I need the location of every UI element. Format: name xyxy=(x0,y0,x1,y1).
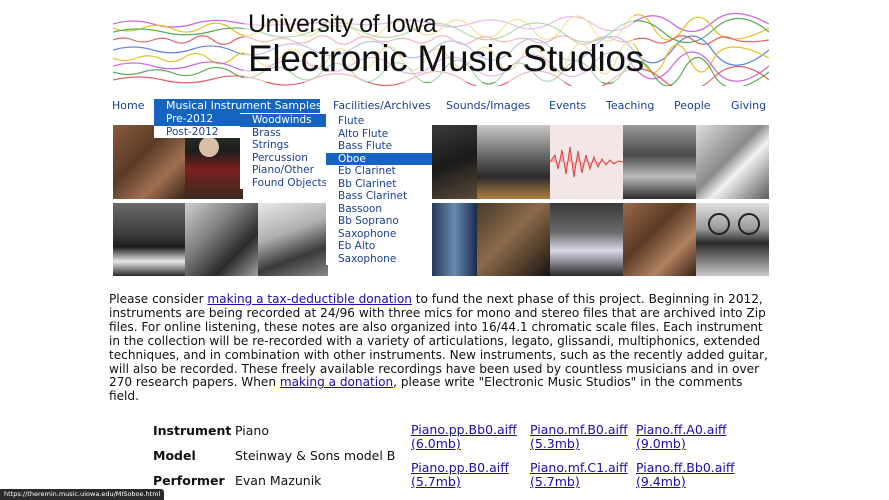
saxophone-player-photo xyxy=(258,203,328,276)
menu-item-bb-clarinet[interactable]: Bb Clarinet xyxy=(326,178,432,191)
archive-photo xyxy=(696,125,769,199)
intro-text-start: Please consider xyxy=(109,292,208,306)
title-university: University of Iowa xyxy=(248,10,437,38)
menu-item-pre-2012[interactable]: Pre-2012 xyxy=(154,113,240,126)
vintage-studio-photo xyxy=(185,203,258,276)
file-size: (9.0mb) xyxy=(636,436,686,451)
rack-photo xyxy=(623,125,696,199)
mixer-photo xyxy=(432,203,477,276)
file-link[interactable]: Piano.ff.A0.aiff (9.0mb) xyxy=(636,423,727,451)
file-size: (9.4mb) xyxy=(636,474,686,489)
file-name: Piano.ff.Bb0.aiff xyxy=(636,460,735,475)
status-bar-url: https://theremin.music.uiowa.edu/MISoboe… xyxy=(0,489,165,500)
menu-item-alto-flute[interactable]: Alto Flute xyxy=(326,128,432,141)
nav-events[interactable]: Events xyxy=(549,99,586,113)
file-name: Piano.pp.B0.aiff xyxy=(411,460,509,475)
menu-item-eb-clarinet[interactable]: Eb Clarinet xyxy=(326,165,432,178)
nav-giving[interactable]: Giving xyxy=(731,99,766,113)
nav-sounds-images[interactable]: Sounds/Images xyxy=(446,99,530,113)
nav-people[interactable]: People xyxy=(674,99,711,113)
instrument-value: Piano xyxy=(235,423,269,438)
menu-item-eb-alto[interactable]: Eb Alto xyxy=(326,240,432,253)
file-link[interactable]: Piano.mf.C1.aiff (5.7mb) xyxy=(530,461,628,489)
menu-item-found-objects[interactable]: Found Objects xyxy=(240,177,327,190)
file-size: (6.0mb) xyxy=(411,436,461,451)
waveform-photo xyxy=(550,125,623,199)
menu-item-saxophone-soprano[interactable]: Saxophone xyxy=(326,228,432,241)
equipment-photo xyxy=(432,125,477,199)
microphones-photo xyxy=(477,125,550,199)
file-name: Piano.mf.B0.aiff xyxy=(530,422,628,437)
intro-paragraph: Please consider making a tax-deductible … xyxy=(109,292,769,404)
menu-item-piano-other[interactable]: Piano/Other xyxy=(240,164,326,177)
tape-machine-photo xyxy=(696,203,769,276)
file-size: (5.7mb) xyxy=(411,474,461,489)
menu-item-percussion[interactable]: Percussion xyxy=(240,152,326,165)
model-label: Model xyxy=(153,448,196,463)
instrument-label: Instrument xyxy=(153,423,232,438)
file-name: Piano.ff.A0.aiff xyxy=(636,422,727,437)
nav-teaching[interactable]: Teaching xyxy=(606,99,654,113)
file-link[interactable]: Piano.pp.Bb0.aiff (6.0mb) xyxy=(411,423,517,451)
file-size: (5.7mb) xyxy=(530,474,580,489)
woodwinds-menu: Flute Alto Flute Bass Flute Oboe Eb Clar… xyxy=(326,115,432,265)
menu-item-bassoon[interactable]: Bassoon xyxy=(326,203,432,216)
performer-label: Performer xyxy=(153,473,225,488)
menu-item-bb-soprano[interactable]: Bb Soprano xyxy=(326,215,432,228)
file-size: (5.3mb) xyxy=(530,436,580,451)
donation-link-2[interactable]: making a donation xyxy=(280,375,393,389)
computer-photo xyxy=(550,203,623,276)
menu-item-oboe[interactable]: Oboe xyxy=(326,152,432,165)
menu-item-bass-flute[interactable]: Bass Flute xyxy=(326,140,432,153)
file-link[interactable]: Piano.ff.Bb0.aiff (9.4mb) xyxy=(636,461,735,489)
menu-item-bass-clarinet[interactable]: Bass Clarinet xyxy=(326,190,432,203)
title-studios: Electronic Music Studios xyxy=(248,38,644,79)
file-name: Piano.pp.Bb0.aiff xyxy=(411,422,517,437)
file-link[interactable]: Piano.pp.B0.aiff (5.7mb) xyxy=(411,461,509,489)
file-name: Piano.mf.C1.aiff xyxy=(530,460,628,475)
menu-item-strings[interactable]: Strings xyxy=(240,139,326,152)
family-menu: Woodwinds Brass Strings Percussion Piano… xyxy=(240,114,327,190)
menu-item-saxophone-alto[interactable]: Saxophone xyxy=(326,253,432,266)
menu-item-woodwinds[interactable]: Woodwinds xyxy=(240,114,326,127)
performer-value: Evan Mazunik xyxy=(235,473,322,488)
nav-home[interactable]: Home xyxy=(112,99,144,113)
era-menu: Pre-2012 Post-2012 xyxy=(154,113,240,138)
donation-link[interactable]: making a tax-deductible donation xyxy=(207,292,412,306)
nav-facilities[interactable]: Facilities/Archives xyxy=(333,99,431,113)
synthesizer-photo xyxy=(113,203,185,276)
main-nav: Home Musical Instrument Samples Faciliti… xyxy=(108,99,772,113)
recording-photo xyxy=(477,203,550,276)
model-value: Steinway & Sons model B xyxy=(235,448,396,463)
nav-instrument-samples[interactable]: Musical Instrument Samples xyxy=(154,99,322,113)
menu-item-post-2012[interactable]: Post-2012 xyxy=(154,126,240,139)
anechoic-photo xyxy=(623,203,696,276)
file-link[interactable]: Piano.mf.B0.aiff (5.3mb) xyxy=(530,423,628,451)
menu-item-flute[interactable]: Flute xyxy=(326,115,432,128)
menu-item-brass[interactable]: Brass xyxy=(240,127,326,140)
